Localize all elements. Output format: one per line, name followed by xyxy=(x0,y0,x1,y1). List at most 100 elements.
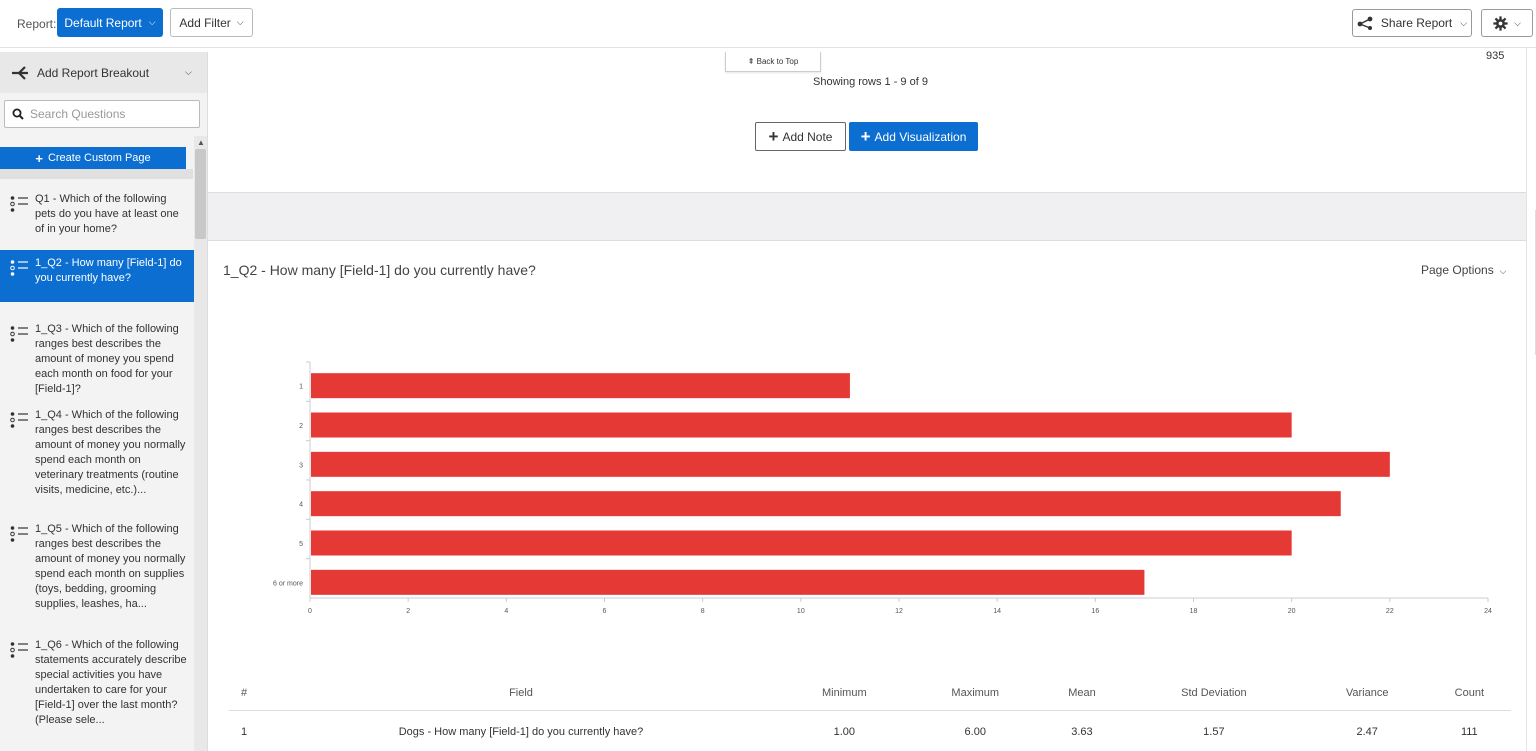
y-tick-label: 5 xyxy=(299,541,303,548)
page-scrollbar[interactable] xyxy=(1526,48,1536,751)
report-content: ⇞ Back to Top 935 Showing rows 1 - 9 of … xyxy=(208,48,1526,751)
chevron-down-icon: ⌵ xyxy=(185,67,192,77)
sidebar-item-label: 1_Q6 - Which of the following statements… xyxy=(35,639,187,726)
add-filter-label: Add Filter xyxy=(179,15,231,30)
chevron-down-icon: ⌵ xyxy=(236,17,244,27)
table-header-row: # Field Minimum Maximum Mean Std Deviati… xyxy=(229,676,1511,711)
x-tick-label: 6 xyxy=(603,608,607,615)
table-cell: 6.00 xyxy=(964,725,986,738)
page-options-label: Page Options xyxy=(1421,263,1494,277)
corner-number: 935 xyxy=(1486,50,1505,62)
x-tick-label: 20 xyxy=(1288,608,1296,615)
plus-icon: + xyxy=(35,150,43,166)
sidebar-item-label: 1_Q2 - How many [Field-1] do you current… xyxy=(35,257,182,284)
question-list-icon xyxy=(10,260,28,276)
x-tick-label: 22 xyxy=(1386,608,1394,615)
sidebar-item-q1[interactable]: Q1 - Which of the following pets do you … xyxy=(0,186,194,243)
y-tick-label: 6 or more xyxy=(273,580,303,587)
add-report-breakout[interactable]: Add Report Breakout ⌵ xyxy=(0,52,207,93)
report-label: Report: xyxy=(17,17,57,31)
x-tick-label: 0 xyxy=(308,608,312,615)
column-header: Field xyxy=(261,676,781,711)
table-cell: 2.47 xyxy=(1356,725,1378,738)
question-sidebar: Add Report Breakout ⌵ + Create Custom Pa… xyxy=(0,52,208,751)
report-select-label: Default Report xyxy=(64,15,142,30)
share-icon xyxy=(1357,16,1373,30)
scroll-up-icon[interactable]: ▲ xyxy=(197,138,205,147)
bar-4 xyxy=(311,491,1341,517)
sidebar-item-q3[interactable]: 1_Q3 - Which of the following ranges bes… xyxy=(0,316,194,403)
share-report-button[interactable]: Share Report ⌵ xyxy=(1352,9,1472,37)
x-tick-label: 16 xyxy=(1091,608,1099,615)
sidebar-divider xyxy=(0,169,193,179)
x-tick-label: 12 xyxy=(895,608,903,615)
question-list-icon xyxy=(10,196,28,212)
sidebar-item-label: Q1 - Which of the following pets do you … xyxy=(35,193,179,235)
search-questions[interactable] xyxy=(4,100,200,128)
add-note-label: Add Note xyxy=(782,129,833,144)
bar-1 xyxy=(311,373,850,399)
sidebar-item-label: 1_Q5 - Which of the following ranges bes… xyxy=(35,523,186,610)
add-visualization-label: Add Visualization xyxy=(874,129,967,144)
top-toolbar: Report: Default Report ⌵ Add Filter ⌵ Sh… xyxy=(0,0,1536,48)
question-list-icon xyxy=(10,326,28,342)
sidebar-item-q5[interactable]: 1_Q5 - Which of the following ranges bes… xyxy=(0,516,194,618)
report-select-button[interactable]: Default Report ⌵ xyxy=(57,8,163,37)
add-filter-button[interactable]: Add Filter ⌵ xyxy=(170,8,253,37)
sidebar-item-q6[interactable]: 1_Q6 - Which of the following statements… xyxy=(0,632,194,734)
page-options-button[interactable]: Page Options ⌵ xyxy=(1421,263,1506,277)
table-cell: 111 xyxy=(1460,725,1478,738)
column-header: Variance xyxy=(1306,676,1428,711)
column-header: # xyxy=(229,676,261,711)
settings-button[interactable]: ⌵ xyxy=(1481,9,1533,37)
x-tick-label: 14 xyxy=(993,608,1001,615)
gear-icon xyxy=(1493,15,1508,31)
y-tick-label: 1 xyxy=(299,384,303,391)
bar-5 xyxy=(311,530,1292,556)
add-visualization-button[interactable]: + Add Visualization xyxy=(849,122,978,151)
chevron-down-icon: ⌵ xyxy=(1514,17,1521,28)
showing-rows-text: Showing rows 1 - 9 of 9 xyxy=(813,76,928,88)
sidebar-item-q4[interactable]: 1_Q4 - Which of the following ranges bes… xyxy=(0,402,194,504)
x-tick-label: 18 xyxy=(1190,608,1198,615)
y-tick-label: 2 xyxy=(299,423,303,430)
y-tick-label: 4 xyxy=(299,502,303,509)
create-custom-page-label: Create Custom Page xyxy=(47,152,151,164)
column-header: Mean xyxy=(1042,676,1122,711)
table-row: 1 Dogs - How many [Field-1] do you curre… xyxy=(229,710,1511,751)
section-divider xyxy=(208,192,1526,241)
question-list-icon xyxy=(10,412,28,428)
question-list-icon xyxy=(10,526,28,542)
chevron-down-icon: ⌵ xyxy=(148,17,156,27)
table-cell: 1 xyxy=(241,725,248,738)
page-title: 1_Q2 - How many [Field-1] do you current… xyxy=(223,262,536,278)
table-cell: 1.57 xyxy=(1203,725,1225,738)
question-list-icon xyxy=(10,642,28,658)
back-to-top-button[interactable]: ⇞ Back to Top xyxy=(725,52,821,72)
add-note-button[interactable]: + Add Note xyxy=(755,122,846,151)
x-tick-label: 24 xyxy=(1484,608,1492,615)
table-cell: 1.00 xyxy=(833,725,856,738)
bar-2 xyxy=(311,412,1292,438)
bar-3 xyxy=(311,451,1390,477)
create-custom-page-button[interactable]: + Create Custom Page xyxy=(0,147,186,169)
statistics-table: # Field Minimum Maximum Mean Std Deviati… xyxy=(229,676,1511,751)
plus-icon: + xyxy=(860,127,871,146)
column-header: Std Deviation xyxy=(1121,676,1307,711)
breakout-label: Add Report Breakout xyxy=(37,65,150,80)
sidebar-scrollbar-thumb[interactable] xyxy=(195,149,206,239)
search-input[interactable] xyxy=(30,107,190,121)
x-tick-label: 4 xyxy=(504,608,508,615)
x-tick-label: 8 xyxy=(701,608,705,615)
breakout-icon xyxy=(12,65,28,80)
bar-6-or-more xyxy=(311,569,1145,595)
sidebar-item-q2[interactable]: 1_Q2 - How many [Field-1] do you current… xyxy=(0,250,194,302)
table-cell: 3.63 xyxy=(1071,725,1093,738)
x-tick-label: 10 xyxy=(797,608,805,615)
table-cell: Dogs - How many [Field-1] do you current… xyxy=(398,725,644,738)
x-tick-label: 2 xyxy=(406,608,410,615)
chevron-down-icon: ⌵ xyxy=(1460,17,1468,28)
bar-chart: 123456 or more0 2 4 6 8 10 12 14 16 18 20 22 24 xyxy=(273,361,1492,615)
sidebar-item-label: 1_Q3 - Which of the following ranges bes… xyxy=(35,323,179,395)
chevron-down-icon: ⌵ xyxy=(1497,266,1507,276)
